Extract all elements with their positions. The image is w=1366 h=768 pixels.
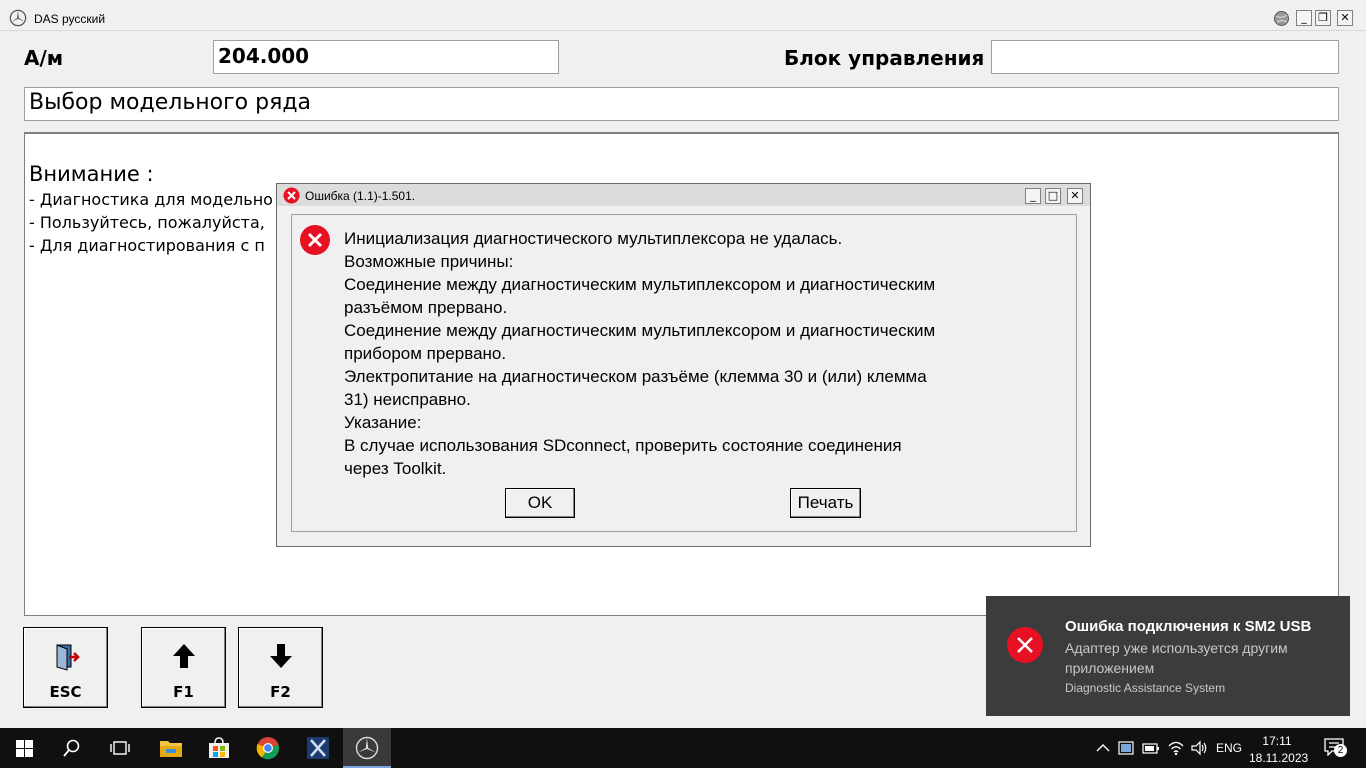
section-title: Выбор модельного ряда bbox=[24, 87, 1339, 121]
vehicle-field[interactable]: 204.000 bbox=[213, 40, 559, 74]
message-line: через Toolkit. bbox=[344, 459, 447, 478]
restore-button[interactable]: ❐ bbox=[1315, 10, 1331, 26]
wifi-icon[interactable] bbox=[1167, 740, 1185, 756]
chrome-icon[interactable] bbox=[256, 736, 280, 760]
file-explorer-icon[interactable] bbox=[159, 737, 183, 759]
esc-button-label: ESC bbox=[49, 683, 82, 701]
error-dialog: Ошибка (1.1)-1.501. _ □ ✕ Инициализация … bbox=[276, 183, 1091, 547]
device-tray-icon[interactable] bbox=[1118, 740, 1134, 756]
info-line: - Для диагностирования с п bbox=[29, 236, 265, 255]
message-line: Возможные причины: bbox=[344, 252, 514, 271]
clock-date[interactable]: 18.11.2023 bbox=[1249, 751, 1308, 765]
error-icon bbox=[1007, 627, 1043, 663]
xentry-app-icon[interactable] bbox=[306, 736, 330, 760]
mercedes-star-icon bbox=[355, 736, 379, 760]
control-unit-field[interactable] bbox=[991, 40, 1339, 74]
dialog-title-bar[interactable]: Ошибка (1.1)-1.501. _ □ ✕ bbox=[277, 184, 1090, 206]
control-unit-label: Блок управления bbox=[784, 46, 985, 70]
close-button[interactable]: ✕ bbox=[1337, 10, 1353, 26]
error-icon bbox=[300, 225, 330, 255]
action-center-button[interactable]: 2 bbox=[1324, 738, 1348, 758]
info-line: - Диагностика для модельно bbox=[29, 190, 273, 209]
clock-time[interactable]: 17:11 bbox=[1249, 734, 1305, 748]
message-line: Указание: bbox=[344, 413, 422, 432]
message-line: Соединение между диагностическим мультип… bbox=[344, 321, 936, 340]
windows-start-icon[interactable] bbox=[16, 740, 33, 757]
message-line: разъёмом прервано. bbox=[344, 298, 508, 317]
volume-icon[interactable] bbox=[1191, 740, 1209, 756]
message-line: Инициализация диагностического мультипле… bbox=[344, 229, 843, 248]
message-line: 31) неисправно. bbox=[344, 390, 471, 409]
dialog-title: Ошибка (1.1)-1.501. bbox=[305, 189, 416, 203]
das-taskbar-button[interactable] bbox=[343, 728, 391, 768]
vehicle-label: А/м bbox=[24, 46, 64, 70]
f2-button-label: F2 bbox=[270, 683, 291, 701]
dialog-close-button[interactable]: ✕ bbox=[1067, 188, 1083, 204]
exit-door-icon bbox=[56, 644, 80, 671]
notification-badge: 2 bbox=[1334, 744, 1347, 757]
search-icon[interactable] bbox=[63, 739, 81, 757]
message-line: В случае использования SDconnect, провер… bbox=[344, 436, 902, 455]
mercedes-star-icon bbox=[9, 9, 27, 27]
message-line: Электропитание на диагностическом разъём… bbox=[344, 367, 927, 386]
store-icon[interactable] bbox=[207, 736, 231, 760]
arrow-up-icon bbox=[172, 644, 195, 668]
print-button[interactable]: Печать bbox=[790, 488, 861, 518]
task-view-icon[interactable] bbox=[110, 739, 130, 757]
error-icon bbox=[283, 187, 300, 204]
toast-notification[interactable]: Ошибка подключения к SM2 USB Адаптер уже… bbox=[986, 596, 1350, 716]
chevron-up-icon[interactable] bbox=[1096, 742, 1110, 754]
globe-icon[interactable] bbox=[1273, 10, 1290, 27]
toast-body: Адаптер уже используется другим приложен… bbox=[1065, 640, 1288, 676]
toast-source: Diagnostic Assistance System bbox=[1065, 681, 1226, 695]
battery-icon[interactable] bbox=[1142, 740, 1160, 756]
message-line: Соединение между диагностическим мультип… bbox=[344, 275, 936, 294]
message-line: прибором прервано. bbox=[344, 344, 507, 363]
esc-button[interactable]: ESC bbox=[23, 627, 108, 708]
attention-heading: Внимание : bbox=[29, 162, 154, 186]
f1-button-label: F1 bbox=[173, 683, 194, 701]
dialog-maximize-button[interactable]: □ bbox=[1045, 188, 1061, 204]
title-bar[interactable]: DAS русский _ ❐ ✕ bbox=[0, 0, 1366, 31]
f2-button[interactable]: F2 bbox=[238, 627, 323, 708]
ok-button[interactable]: OK bbox=[505, 488, 575, 518]
toast-title: Ошибка подключения к SM2 USB bbox=[1065, 618, 1312, 635]
dialog-minimize-button[interactable]: _ bbox=[1025, 188, 1041, 204]
window-title: DAS русский bbox=[34, 12, 106, 26]
f1-button[interactable]: F1 bbox=[141, 627, 226, 708]
input-language[interactable]: ENG bbox=[1216, 741, 1242, 755]
minimize-button[interactable]: _ bbox=[1296, 10, 1312, 26]
arrow-down-icon bbox=[269, 644, 292, 668]
taskbar: ENG 17:11 18.11.2023 2 bbox=[0, 728, 1366, 768]
info-line: - Пользуйтесь, пожалуйста, bbox=[29, 213, 265, 232]
error-message: Инициализация диагностического мультипле… bbox=[344, 227, 935, 480]
